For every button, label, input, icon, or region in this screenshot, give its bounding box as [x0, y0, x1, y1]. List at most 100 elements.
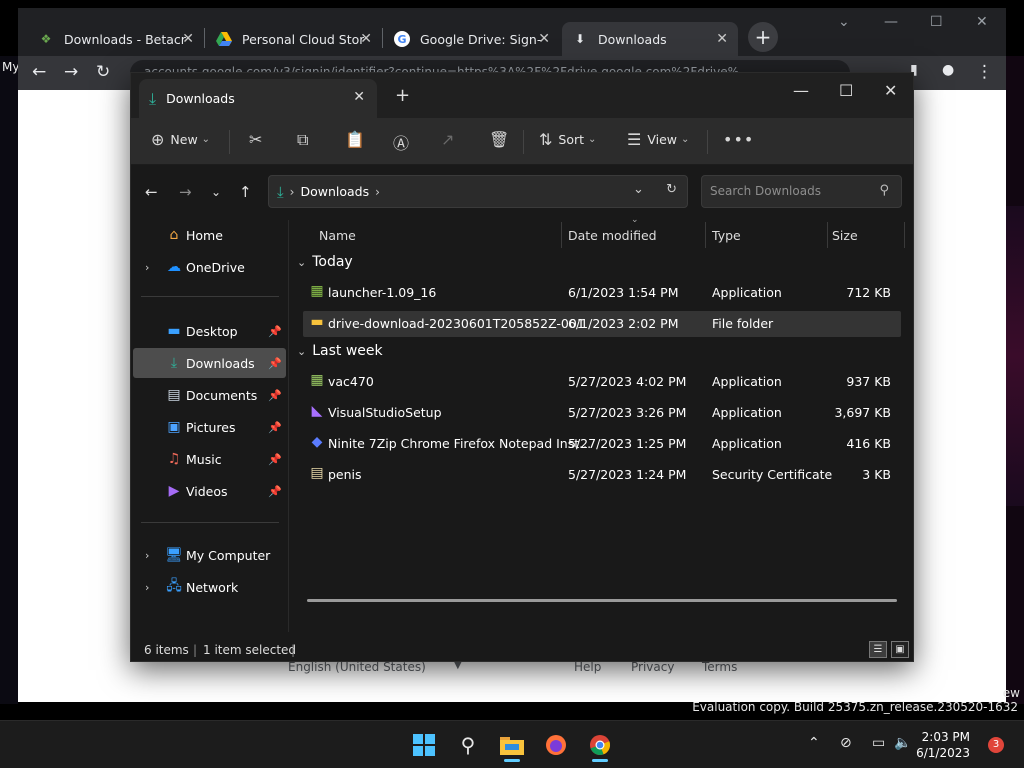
column-header-date[interactable]: Date modified: [568, 220, 657, 250]
list-item[interactable]: ▦ launcher-1.09_16 6/1/2023 1:54 PM Appl…: [303, 280, 901, 306]
home-icon: ⌂: [169, 227, 179, 243]
music-icon: ♫: [167, 451, 181, 467]
column-header-name[interactable]: Name: [319, 220, 356, 250]
view-button[interactable]: ☰ View ⌄: [627, 130, 689, 149]
back-icon[interactable]: ←: [145, 183, 158, 201]
copy-button[interactable]: ⧉: [297, 130, 314, 150]
up-icon[interactable]: ↑: [239, 183, 252, 201]
refresh-icon[interactable]: ↻: [666, 182, 677, 197]
sidebar-item-videos[interactable]: ▶ Videos 📌: [133, 476, 286, 506]
group-header-last-week[interactable]: ⌄ Last week: [297, 343, 383, 359]
list-item[interactable]: ▤ penis 5/27/2023 1:24 PM Security Certi…: [303, 462, 901, 488]
maximize-button[interactable]: ☐: [839, 81, 853, 100]
chrome-icon: [590, 735, 611, 755]
volume-icon[interactable]: 🔈: [894, 735, 911, 751]
chevron-right-icon[interactable]: ›: [145, 549, 149, 562]
notification-badge[interactable]: 3: [988, 737, 1004, 753]
privacy-link[interactable]: Privacy: [631, 660, 674, 674]
sidebar-item-music[interactable]: ♫ Music 📌: [133, 444, 286, 474]
language-select[interactable]: English (United States): [288, 660, 426, 674]
new-tab-button[interactable]: +: [395, 85, 410, 106]
delete-button[interactable]: 🗑: [489, 130, 515, 149]
help-link[interactable]: Help: [574, 660, 601, 674]
sidebar-item-home[interactable]: ⌂ Home: [133, 220, 286, 250]
start-button[interactable]: [406, 729, 442, 761]
paste-button[interactable]: 📋: [345, 130, 371, 149]
view-icon: ☰: [627, 130, 642, 149]
rename-button[interactable]: Ⓐ: [393, 130, 415, 154]
chrome-tab-google-signin[interactable]: G Google Drive: Sign-in ✕: [384, 22, 560, 56]
google-drive-icon: [216, 31, 232, 47]
chrome-tabstrip: ❖ Downloads - Betacraf ✕ Personal Cloud …: [18, 8, 1006, 56]
sidebar-item-pictures[interactable]: ▣ Pictures 📌: [133, 412, 286, 442]
close-icon[interactable]: ✕: [182, 31, 194, 47]
close-icon[interactable]: ✕: [353, 89, 365, 105]
chevron-down-icon: ⌄: [297, 344, 307, 358]
recent-locations-icon[interactable]: ⌄: [211, 185, 221, 199]
minimize-button[interactable]: —: [793, 81, 809, 100]
close-window-button[interactable]: ✕: [884, 81, 897, 100]
details-view-button[interactable]: ☰: [869, 641, 887, 658]
sidebar-item-onedrive[interactable]: › ☁ OneDrive: [133, 252, 286, 282]
search-input[interactable]: Search Downloads ⚲: [701, 175, 902, 208]
new-tab-button[interactable]: +: [748, 22, 778, 52]
tab-search-icon[interactable]: ⌄: [838, 14, 850, 30]
sidebar-item-network[interactable]: › 🖧 Network: [133, 572, 286, 602]
column-header-type[interactable]: Type: [712, 220, 741, 250]
display-icon[interactable]: ▭: [872, 735, 885, 751]
forward-icon[interactable]: →: [179, 183, 192, 201]
close-icon[interactable]: ✕: [538, 31, 550, 47]
close-icon[interactable]: ✕: [716, 31, 728, 47]
horizontal-scrollbar[interactable]: [307, 599, 897, 602]
chevron-down-icon[interactable]: ⌄: [633, 182, 644, 197]
file-explorer-taskbar-button[interactable]: [494, 729, 530, 762]
list-item[interactable]: ▬ drive-download-20230601T205852Z-001 6/…: [303, 311, 901, 337]
profile-icon[interactable]: ●: [942, 62, 954, 78]
explorer-body: ⌂ Home › ☁ OneDrive ▬ Desktop 📌 ⤓ Downlo…: [131, 215, 913, 632]
chevron-up-icon[interactable]: ⌃: [808, 735, 820, 751]
minimize-button[interactable]: —: [884, 14, 898, 30]
pin-icon: 📌: [268, 420, 282, 434]
column-header-size[interactable]: Size: [832, 220, 858, 250]
sort-button[interactable]: ⇅ Sort ⌄: [539, 130, 596, 149]
close-icon[interactable]: ✕: [360, 31, 372, 47]
firefox-taskbar-button[interactable]: [538, 729, 574, 761]
chrome-tab-drive[interactable]: Personal Cloud Storag ✕: [206, 22, 382, 56]
sidebar-item-downloads[interactable]: ⤓ Downloads 📌: [133, 348, 286, 378]
address-bar[interactable]: ⤓ › Downloads › ⌄ ↻: [268, 175, 688, 208]
sidebar-item-desktop[interactable]: ▬ Desktop 📌: [133, 316, 286, 346]
search-button[interactable]: ⚲: [450, 729, 486, 761]
chrome-taskbar-button[interactable]: [582, 729, 618, 762]
network-icon[interactable]: ⊘: [840, 735, 852, 751]
divider: [141, 296, 279, 297]
trash-icon: 🗑: [489, 130, 510, 149]
sidebar-item-my-computer[interactable]: › 🖥 My Computer: [133, 540, 286, 570]
back-icon[interactable]: ←: [32, 62, 46, 82]
chrome-tab-betacraft[interactable]: ❖ Downloads - Betacraf ✕: [28, 22, 204, 56]
download-icon: ⤓: [170, 355, 178, 371]
new-button[interactable]: ⊕ New ⌄: [151, 130, 210, 149]
close-window-button[interactable]: ✕: [976, 14, 988, 30]
list-item[interactable]: ▦ vac470 5/27/2023 4:02 PM Application 9…: [303, 369, 901, 395]
terms-link[interactable]: Terms: [702, 660, 737, 674]
group-header-today[interactable]: ⌄ Today: [297, 254, 353, 270]
share-button[interactable]: ↗: [441, 130, 460, 149]
breadcrumb[interactable]: Downloads: [300, 184, 369, 199]
more-button[interactable]: •••: [723, 130, 760, 149]
reload-icon[interactable]: ↻: [96, 62, 110, 82]
chevron-right-icon: ›: [289, 184, 295, 199]
sidebar-item-documents[interactable]: ▤ Documents 📌: [133, 380, 286, 410]
list-item[interactable]: ◣ VisualStudioSetup 5/27/2023 3:26 PM Ap…: [303, 400, 901, 426]
forward-icon[interactable]: →: [64, 62, 78, 82]
explorer-tab-downloads[interactable]: ⤓ Downloads ✕: [139, 79, 377, 118]
chrome-tab-downloads[interactable]: ⬇ Downloads ✕: [562, 22, 738, 56]
cut-button[interactable]: ✂: [249, 130, 268, 149]
chevron-right-icon[interactable]: ›: [145, 261, 149, 274]
clock[interactable]: 2:03 PM 6/1/2023: [916, 729, 970, 761]
videos-icon: ▶: [168, 483, 180, 499]
chevron-right-icon[interactable]: ›: [145, 581, 149, 594]
maximize-button[interactable]: ☐: [930, 14, 943, 30]
list-item[interactable]: ◆ Ninite 7Zip Chrome Firefox Notepad Ins…: [303, 431, 901, 457]
tiles-view-button[interactable]: ▣: [891, 641, 909, 658]
menu-icon[interactable]: ⋮: [976, 62, 993, 82]
